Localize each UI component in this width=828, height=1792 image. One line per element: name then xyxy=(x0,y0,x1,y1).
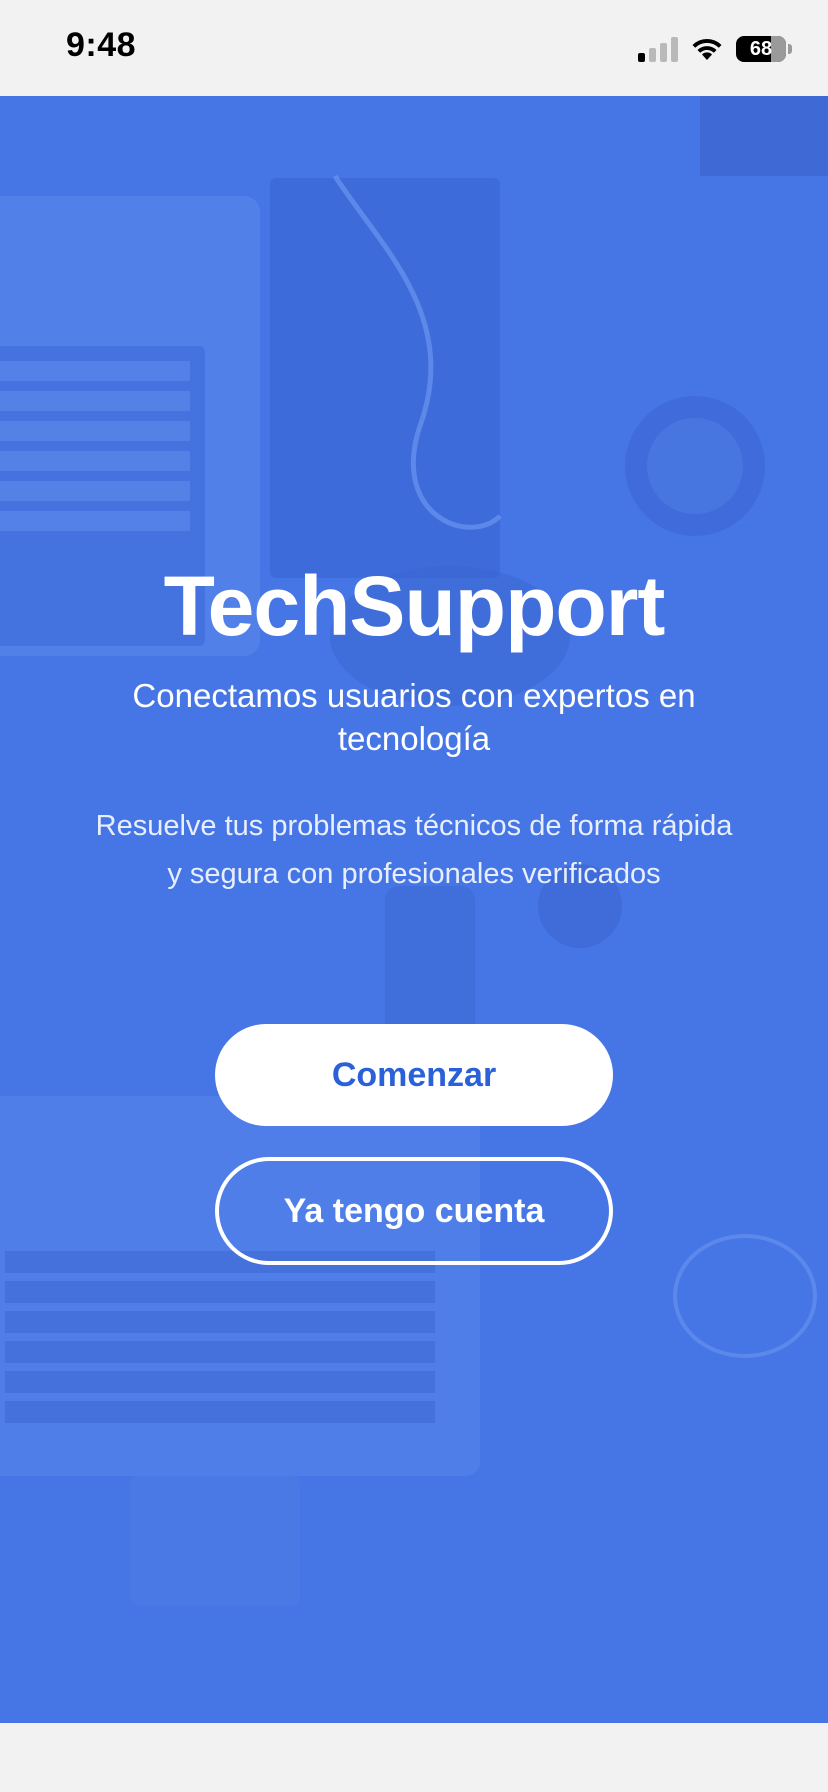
battery-level: 68 xyxy=(749,37,773,60)
background-desk-image xyxy=(0,96,828,1723)
app-description: Resuelve tus problemas técnicos de forma… xyxy=(95,810,733,890)
hero-section: TechSupport Conectamos usuarios con expe… xyxy=(0,96,828,1723)
app-tagline: Conectamos usuarios con expertos en tecn… xyxy=(132,677,696,757)
wifi-icon xyxy=(690,36,724,62)
welcome-screen: 9:48 68 TechSupport Conectamos usuarios … xyxy=(0,0,828,1792)
battery-icon: 68 xyxy=(736,36,792,62)
bottom-safe-area xyxy=(0,1723,828,1792)
start-button[interactable]: Comenzar xyxy=(215,1024,613,1126)
status-bar: 9:48 68 xyxy=(0,0,828,96)
login-button[interactable]: Ya tengo cuenta xyxy=(215,1157,613,1265)
status-icons: 68 xyxy=(638,34,792,64)
app-title: TechSupport xyxy=(163,559,666,653)
signal-icon xyxy=(638,36,678,62)
status-time: 9:48 xyxy=(66,26,137,64)
